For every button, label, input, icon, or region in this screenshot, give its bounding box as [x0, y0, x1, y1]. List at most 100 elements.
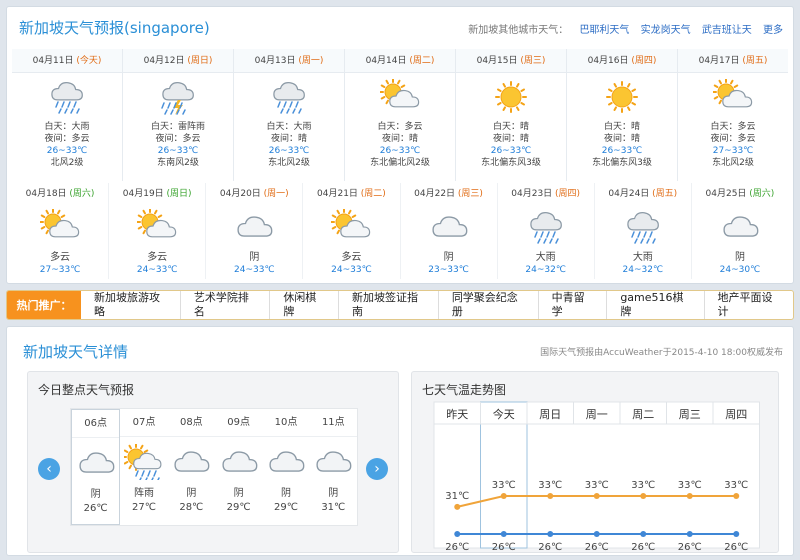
hour-temp: 29℃ [226, 502, 251, 513]
rain-icon [234, 73, 344, 121]
day-forecast-card[interactable]: 04月20日 (周一) 阴 24~33℃ [205, 183, 302, 279]
city-link-3[interactable]: 武吉班让天 [702, 25, 752, 36]
promo-link[interactable]: 地产平面设计 [703, 291, 793, 319]
high-temp-point [686, 493, 693, 499]
day-forecast-card[interactable]: 04月16日 (周四) 白天：晴 夜间：晴 26~33℃ 东北偏东风3级 [566, 49, 677, 181]
hot-badge: 热 [328, 290, 336, 291]
partly-cloudy-icon [678, 73, 788, 121]
hour-condition: 阴 [280, 488, 291, 499]
promo-link[interactable]: 休闲棋牌热 [269, 291, 338, 319]
day-forecast-card[interactable]: 04月14日 (周二) 白天：多云 夜间：晴 26~33℃ 东北偏北风2级 [344, 49, 455, 181]
city-link-2[interactable]: 实龙岗天气 [641, 25, 691, 36]
forecast-date: 04月14日 (周二) [345, 49, 455, 73]
condition: 阴 [734, 252, 745, 263]
city-link-1[interactable]: 巴耶利天气 [579, 25, 629, 36]
day-forecast-card[interactable]: 04月12日 (周日) 白天：雷阵雨 夜间：多云 26~33℃ 东南风2级 [122, 49, 233, 181]
day-forecast-card[interactable]: 04月18日 (周六) 多云 27~33℃ [12, 183, 108, 279]
low-temp-point [640, 531, 647, 537]
forecast-date: 04月15日 (周三) [456, 49, 566, 73]
hourly-item[interactable]: 11点阴 31℃ [309, 409, 357, 525]
day-forecast-card[interactable]: 04月17日 (周五) 白天：多云 夜间：多云 27~33℃ 东北风2级 [677, 49, 788, 181]
hour-label: 06点 [72, 410, 120, 438]
hourly-item[interactable]: 07点 阵雨 27℃ [120, 409, 168, 525]
promo-link[interactable]: 新加坡旅游攻略热 [81, 291, 180, 319]
condition: 多云 [50, 252, 71, 263]
promo-link[interactable]: 新加坡签证指南 [337, 291, 438, 319]
weekday-label: (周日) [166, 189, 192, 199]
detail-panel: 新加坡天气详情 国际天气预报由AccuWeather于2015-4-10 18:… [6, 326, 794, 556]
temp-range: 24~33℃ [331, 265, 372, 275]
day-condition: 白天：多云 [377, 122, 423, 132]
day-condition: 白天：晴 [492, 122, 529, 132]
day-forecast-card[interactable]: 04月22日 (周三) 阴 23~33℃ [399, 183, 497, 279]
day-forecast-card[interactable]: 04月24日 (周五) 大雨 24~32℃ [593, 183, 691, 279]
temp-range: 24~33℃ [136, 265, 178, 275]
forecast-date: 04月18日 (周六) [12, 183, 108, 205]
hourly-item[interactable]: 09点阴 29℃ [214, 409, 263, 525]
partly-cloudy-icon [12, 205, 108, 249]
weekday-label: (周四) [555, 189, 581, 199]
condition: 多云 [341, 252, 362, 263]
night-condition: 夜间：晴 [381, 134, 418, 144]
cloud-icon [310, 437, 357, 487]
next-arrow-icon[interactable]: › [366, 458, 388, 480]
more-cities-link[interactable]: 更多 [763, 25, 783, 36]
cloud-icon [262, 437, 309, 487]
weekday-label: (周二) [360, 189, 386, 199]
wind-label: 东北风2级 [268, 158, 310, 168]
hour-temp: 28℃ [179, 502, 204, 513]
hourly-item[interactable]: 08点阴 28℃ [167, 409, 215, 525]
day-forecast-card[interactable]: 04月23日 (周四) 大雨 24~32℃ [496, 183, 594, 279]
trend-chart: 七天气温走势图 昨天 今天 周日 周一 周二 周三 周四 31℃ 33℃ 33℃ 33℃ 33℃ 33℃… [411, 371, 779, 553]
low-temp-point [547, 531, 554, 537]
day-forecast-card[interactable]: 04月19日 (周日) 多云 24~33℃ [108, 183, 205, 279]
hot-badge: 热 [259, 290, 267, 291]
day-forecast-card[interactable]: 04月13日 (周一) 白天：大雨 夜间：晴 26~33℃ 东北风2级 [233, 49, 344, 181]
weekday-label: (周一) [263, 189, 289, 199]
hourly-item[interactable]: 06点阴 26℃ [71, 409, 121, 525]
weekday-label: (周四) [631, 56, 657, 66]
sun-icon [456, 73, 566, 121]
sun-rain-icon [120, 437, 167, 487]
day-condition: 白天：大雨 [266, 122, 312, 132]
promo-label: 热门推广： [7, 291, 81, 319]
thunder-rain-icon [123, 73, 233, 121]
day-forecast-card[interactable]: 04月21日 (周二) 多云 24~33℃ [302, 183, 399, 279]
day-forecast-card[interactable]: 04月11日 (今天) 白天：大雨 夜间：多云 26~33℃ 北风2级 [12, 49, 122, 181]
night-condition: 夜间：晴 [270, 134, 307, 144]
forecast-date: 04月25日 (周六) [692, 183, 788, 205]
hour-condition: 阴 [328, 488, 339, 499]
hourly-item[interactable]: 10点阴 29℃ [262, 409, 310, 525]
promo-link[interactable]: 同学聚会纪念册 [437, 291, 538, 319]
low-temp-point [733, 531, 740, 537]
night-condition: 夜间：多云 [710, 134, 756, 144]
high-temp-label: 33℃ [678, 480, 702, 491]
day-condition: 白天：雷阵雨 [150, 122, 205, 132]
trend-category-label: 周三 [679, 408, 701, 421]
day-forecast-card[interactable]: 04月25日 (周六) 阴 24~30℃ [690, 183, 788, 279]
hour-label: 09点 [214, 409, 263, 437]
date-label: 04月17日 [698, 56, 743, 66]
temp-range: 26~33℃ [490, 146, 532, 156]
hour-condition: 阴 [186, 488, 197, 499]
forecast-date: 04月24日 (周五) [595, 183, 691, 205]
promo-link[interactable]: 中青留学 [537, 291, 607, 319]
temp-range: 26~33℃ [157, 146, 199, 156]
temp-range: 27~33℃ [712, 146, 754, 156]
rain-icon [498, 205, 594, 249]
low-temp-label: 26℃ [585, 542, 609, 553]
wind-label: 东北偏北风2级 [370, 158, 430, 168]
trend-category-label: 周日 [539, 408, 561, 421]
prev-arrow-icon[interactable]: ‹ [38, 458, 60, 480]
temp-range: 24~32℃ [525, 265, 566, 275]
condition: 多云 [147, 252, 168, 263]
cloud-icon [168, 437, 215, 487]
date-label: 04月11日 [32, 56, 77, 66]
weekday-label: (周三) [520, 56, 546, 66]
promo-link[interactable]: game516棋牌 [606, 291, 703, 319]
week2-forecast: 04月18日 (周六) 多云 27~33℃ 04月19日 (周日) 多云 24~33℃ 04… [12, 183, 788, 279]
promo-link[interactable]: 艺术学院排名热 [179, 290, 269, 319]
day-forecast-card[interactable]: 04月15日 (周三) 白天：晴 夜间：晴 26~33℃ 东北偏东风3级 [455, 49, 566, 181]
date-label: 04月16日 [587, 56, 632, 66]
wind-label: 东北偏东风3级 [481, 158, 541, 168]
